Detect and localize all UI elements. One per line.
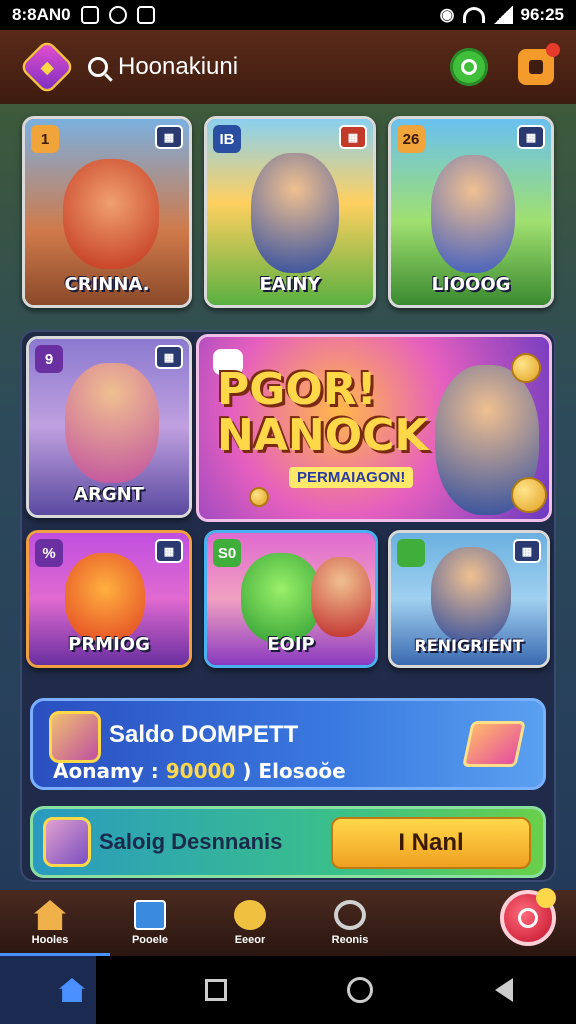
account-icon	[334, 900, 366, 930]
bottom-nav: Hooles Pooele Eeeor Reonis	[0, 888, 576, 956]
banner-title: PGOR! NANOCK	[217, 367, 429, 459]
live-chat-fab[interactable]	[500, 888, 556, 946]
vibrate-icon: ◉	[439, 5, 455, 24]
coin-icon	[511, 477, 547, 513]
search-icon[interactable]	[88, 57, 108, 77]
banner-title-line2: NANOCK	[217, 410, 429, 461]
wifi-icon	[462, 7, 485, 23]
status-left-text: 8:8AN0	[12, 5, 71, 24]
nav-home[interactable]: Hooles	[0, 890, 100, 956]
nav-label: Hooles	[31, 934, 69, 946]
game-badge: S0	[213, 539, 241, 567]
game-badge: 1	[31, 125, 59, 153]
bookmark-icon[interactable]: ▦	[517, 125, 545, 149]
home-icon	[34, 900, 66, 930]
game-card-7[interactable]: ▦ RENIGRIENT	[388, 530, 550, 668]
nav-label: Reonis	[331, 934, 369, 946]
banner-title-line1: PGOR!	[217, 364, 377, 415]
notification-dot	[546, 43, 560, 57]
wallet-amount-prefix: Aonamy :	[53, 759, 166, 783]
game-card-6[interactable]: S0 EOIP	[204, 530, 378, 668]
coin-icon	[511, 353, 541, 383]
game-title: PRMIOG	[68, 634, 150, 655]
chat-icon	[461, 59, 477, 75]
wallet-amount-line: Aonamy : 90000 ) Elosoŏe	[53, 759, 346, 783]
heart-icon	[518, 908, 538, 928]
system-back-button[interactable]	[482, 968, 526, 1012]
game-title: LIOOOG	[431, 274, 511, 295]
notification-icon	[529, 60, 543, 74]
game-card-5[interactable]: % ▦ PRMIOG	[26, 530, 192, 668]
chat-button[interactable]	[450, 48, 488, 86]
nav-label: Pooele	[131, 934, 169, 946]
game-card-2[interactable]: IB ▦ EAINY	[204, 116, 376, 308]
bookmark-icon[interactable]: ▦	[339, 125, 367, 149]
avatar	[43, 817, 91, 867]
game-card-1[interactable]: 1 ▦ CRINNA.	[22, 116, 192, 308]
system-home-circle-button[interactable]	[338, 968, 382, 1012]
wallet-amount-suffix: ) Elosoŏe	[235, 759, 346, 783]
system-home-button[interactable]	[50, 968, 94, 1012]
game-badge: 26	[397, 125, 425, 153]
recents-icon	[205, 979, 227, 1001]
game-badge: %	[35, 539, 63, 567]
game-title: CRINNA.	[64, 274, 150, 295]
game-card-4[interactable]: 9 ▦ ARGNT	[26, 336, 192, 518]
notification-button[interactable]	[518, 43, 560, 85]
system-nav-bar	[0, 956, 576, 1024]
treasure-chest-icon	[462, 721, 526, 767]
gem-logo-icon[interactable]: ◆	[18, 38, 76, 96]
home-icon	[59, 978, 85, 1002]
deposit-icon	[234, 900, 266, 930]
game-title: ARGNT	[74, 484, 144, 505]
deposit-title: Saloig Desnnanis	[99, 829, 283, 854]
game-title: RENIGRIENT	[414, 636, 524, 655]
game-title: EOIP	[267, 634, 315, 655]
bookmark-icon[interactable]: ▦	[155, 125, 183, 149]
avatar	[49, 711, 101, 763]
whatsapp-icon	[108, 6, 127, 24]
banner-subtitle: PERMAIAGON!	[289, 467, 414, 488]
app-header: ◆ Hoonakiuni	[0, 30, 576, 104]
bookmark-icon[interactable]: ▦	[155, 345, 183, 369]
system-recents-button[interactable]	[194, 968, 238, 1012]
signal-icon	[492, 6, 513, 24]
game-title: EAINY	[259, 274, 321, 295]
app-icon	[136, 6, 155, 24]
search-bar[interactable]: Hoonakiuni	[88, 53, 238, 81]
gallery-icon	[80, 6, 99, 24]
circle-home-icon	[347, 977, 373, 1003]
nav-account[interactable]: Reonis	[300, 890, 400, 956]
status-bar: 8:8AN0 ◉ 96:25	[0, 0, 576, 30]
featured-banner[interactable]: PGOR! NANOCK PERMAIAGON!	[196, 334, 552, 522]
nav-deposit[interactable]: Eeeor	[200, 890, 300, 956]
nav-label: Eeeor	[234, 934, 266, 946]
deposit-button[interactable]: I Nanl	[331, 817, 531, 869]
game-badge	[397, 539, 425, 567]
status-time: 96:25	[520, 5, 564, 24]
wallet-balance-panel[interactable]: Saldo DOMPETT Aonamy : 90000 ) Elosoŏe	[30, 698, 546, 790]
wallet-amount: 90000	[165, 759, 236, 783]
game-card-3[interactable]: 26 ▦ LIOOOG	[388, 116, 554, 308]
game-badge: IB	[213, 125, 241, 153]
promo-icon	[134, 900, 166, 930]
bookmark-icon[interactable]: ▦	[155, 539, 183, 563]
game-badge: 9	[35, 345, 63, 373]
back-icon	[495, 978, 513, 1002]
fab-badge	[536, 888, 556, 908]
bookmark-icon[interactable]: ▦	[513, 539, 541, 563]
coin-icon	[249, 487, 269, 507]
wallet-title: Saldo DOMPETT	[109, 721, 299, 748]
deposit-panel: Saloig Desnnanis I Nanl	[30, 806, 546, 878]
search-label[interactable]: Hoonakiuni	[118, 53, 238, 81]
nav-promo[interactable]: Pooele	[100, 890, 200, 956]
